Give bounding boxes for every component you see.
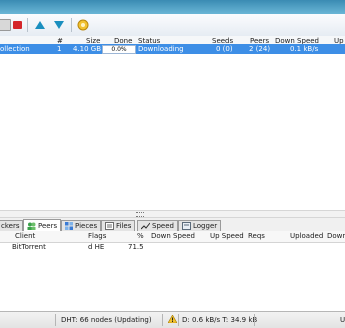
logger-icon	[182, 222, 191, 230]
column-header-up-speed[interactable]: Up Speed	[210, 231, 244, 241]
tab-trackers[interactable]: ckers	[0, 220, 24, 231]
files-icon	[105, 222, 114, 230]
column-header-uploaded[interactable]: Uploaded	[290, 231, 323, 241]
tab-label: Peers	[38, 222, 58, 230]
status-separator	[162, 314, 163, 326]
warning-icon[interactable]	[168, 315, 177, 323]
move-up-icon	[35, 21, 45, 29]
torrent-done: 0.0%	[111, 46, 127, 53]
tab-label: Speed	[152, 222, 174, 230]
torrent-number: 1	[57, 45, 62, 53]
torrent-row[interactable]: ollection 1 4.10 GB 0.0% Downloading 0 (…	[0, 44, 345, 54]
move-down-button[interactable]	[52, 18, 66, 32]
pieces-icon	[65, 222, 73, 230]
status-separator	[55, 314, 56, 326]
status-bar: DHT: 66 nodes (Updating) D: 0.6 kB/s T: …	[0, 311, 345, 328]
preferences-icon	[77, 19, 89, 31]
peer-row[interactable]: BitTorrent d HE 71.5	[0, 242, 345, 252]
stop-icon	[12, 21, 22, 29]
peer-flags: d HE	[88, 243, 105, 251]
splitter-grip-icon	[136, 212, 144, 217]
tab-logger[interactable]: Logger	[178, 220, 222, 231]
dht-status[interactable]: DHT: 66 nodes (Updating)	[61, 315, 152, 325]
torrent-seeds: 0 (0)	[216, 45, 233, 53]
tab-pieces[interactable]: Pieces	[61, 220, 102, 231]
peer-percent: 71.5	[128, 243, 144, 251]
status-separator	[254, 314, 255, 326]
tab-label: Logger	[193, 222, 218, 230]
tab-label: Files	[116, 222, 132, 230]
torrent-progress-bar: 0.0%	[102, 45, 136, 54]
torrent-name: ollection	[0, 45, 30, 53]
tab-label: ckers	[1, 222, 20, 230]
upload-status: U	[340, 316, 345, 324]
stop-button[interactable]	[10, 18, 24, 32]
torrent-peers: 2 (24)	[249, 45, 271, 53]
tab-speed[interactable]: Speed	[137, 220, 178, 231]
tab-files[interactable]: Files	[101, 220, 136, 231]
transfer-status: D: 0.6 kB/s T: 34.9 kB	[182, 316, 258, 324]
toolbar-separator	[71, 18, 72, 32]
column-header-reqs[interactable]: Reqs	[248, 231, 265, 241]
toolbar-separator	[27, 18, 28, 32]
column-header-flags[interactable]: Flags	[88, 231, 106, 241]
column-header-down-speed[interactable]: Down Speed	[151, 231, 195, 241]
move-down-icon	[54, 21, 64, 29]
status-separator	[178, 314, 179, 326]
torrent-size: 4.10 GB	[73, 45, 102, 53]
column-header-client[interactable]: Client	[15, 231, 35, 241]
column-header-percent[interactable]: %	[137, 231, 144, 241]
torrent-status: Downloading	[138, 45, 184, 53]
tab-label: Pieces	[75, 222, 98, 230]
move-up-button[interactable]	[33, 18, 47, 32]
speed-icon	[141, 222, 150, 230]
peers-icon	[27, 222, 36, 230]
pane-splitter[interactable]	[0, 210, 345, 218]
toolbar	[0, 14, 345, 37]
peer-client: BitTorrent	[12, 243, 46, 251]
torrent-down-speed: 0.1 kB/s	[290, 45, 319, 53]
detail-tabs: ckers Peers Pieces Files Speed Logger	[0, 218, 345, 232]
preferences-button[interactable]	[76, 18, 90, 32]
title-bar	[0, 0, 345, 14]
column-header-downloaded[interactable]: Down	[327, 231, 345, 241]
